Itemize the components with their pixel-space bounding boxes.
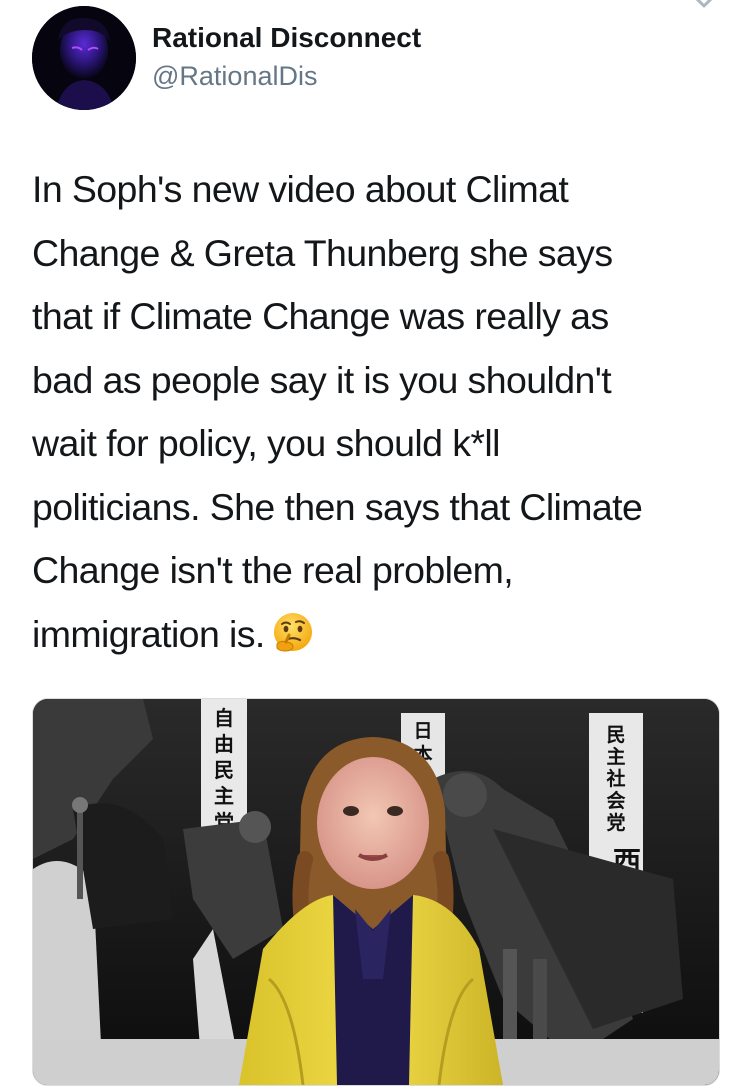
tweet-line: politicians. She then says that Climate: [32, 485, 643, 528]
banner-right-char: 主: [606, 746, 625, 768]
tweet-line: Change isn't the real problem,: [32, 549, 514, 591]
avatar[interactable]: [32, 6, 136, 110]
tweet-text: In Soph's new video about Climat Change …: [32, 158, 732, 666]
banner-right-char: 社: [605, 767, 625, 790]
display-name[interactable]: Rational Disconnect: [152, 20, 421, 56]
chevron-down-icon[interactable]: [684, 0, 724, 14]
tweet-line-last: immigration is.: [32, 603, 732, 667]
banner-left-char: 由: [214, 732, 234, 756]
banner-right-char: 党: [606, 811, 625, 834]
tweet-line: that if Climate Change was really as: [32, 295, 609, 337]
tweet-line: In Soph's new video about Climat: [32, 168, 569, 210]
tweet-line: immigration is.: [32, 612, 265, 655]
tweet-line: wait for policy, you should k*ll: [32, 422, 500, 464]
banner-left-char: 主: [214, 784, 234, 808]
media-photo: 自 由 民 主 党 日 本 社 会 民 主 社 会 党 西 尾 末 広 氏: [33, 699, 719, 1085]
avatar-image: [32, 6, 136, 110]
thinking-face-icon: [273, 612, 312, 652]
banner-center-char: 日: [413, 720, 432, 742]
banner-right-char: 民: [606, 724, 625, 746]
tweet-line: Change & Greta Thunberg she says: [32, 231, 613, 274]
banner-left-char: 自: [214, 706, 234, 730]
tweet-media-image[interactable]: 自 由 民 主 党 日 本 社 会 民 主 社 会 党 西 尾 末 広 氏: [32, 698, 720, 1086]
user-handle[interactable]: @RationalDis: [152, 58, 421, 94]
banner-left-char: 民: [214, 758, 234, 782]
tweet-card: Rational Disconnect @RationalDis In Soph…: [0, 0, 750, 1088]
user-info[interactable]: Rational Disconnect @RationalDis: [152, 20, 421, 94]
banner-right-char: 会: [606, 789, 625, 812]
tweet-line: bad as people say it is you shouldn't: [32, 358, 612, 401]
